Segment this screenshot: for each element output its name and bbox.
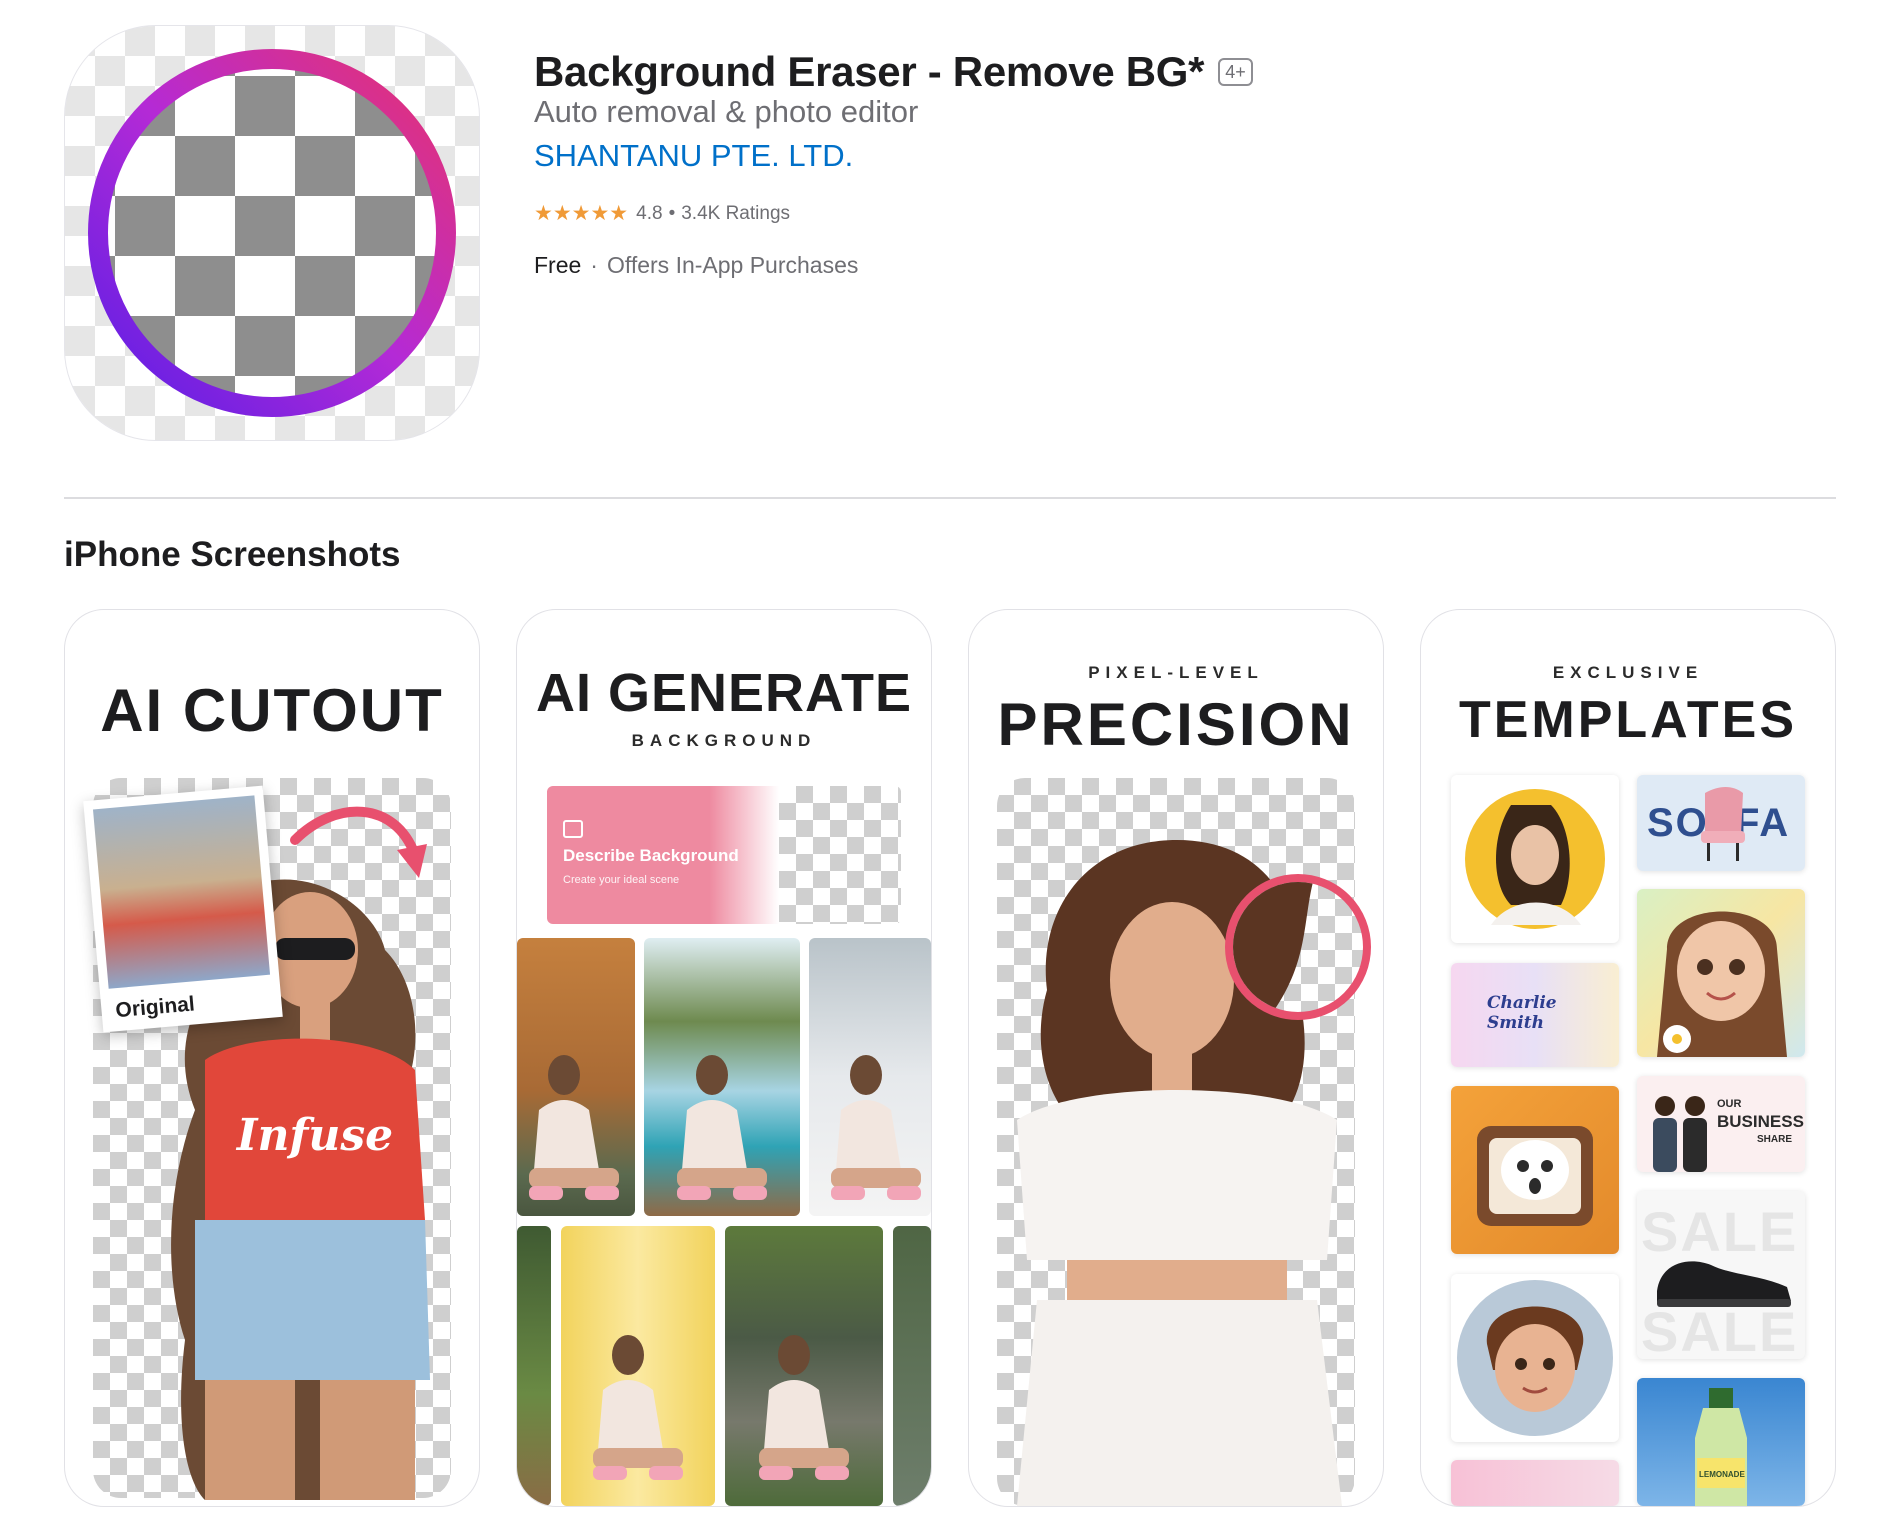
original-caption: Original	[114, 992, 196, 1023]
rating-count: 3.4K Ratings	[681, 202, 791, 224]
section-divider	[64, 497, 1836, 499]
seated-model-image	[529, 1055, 619, 1200]
original-photo-thumbnail: Original	[83, 785, 283, 1033]
screenshot-card-precision[interactable]: PIXEL-LEVEL PRECISION	[968, 609, 1384, 1507]
app-icon	[64, 25, 480, 441]
seated-model-image	[593, 1335, 683, 1480]
screenshots-section-title: iPhone Screenshots	[64, 535, 401, 574]
template-lemonade: LEMONADE	[1637, 1378, 1805, 1506]
template-card-name: Charlie Smith	[1487, 993, 1557, 1033]
screenshot-headline: AI GENERATE	[535, 663, 913, 723]
template-our-business: OUR BUSINESS SHARE	[1637, 1076, 1805, 1172]
prompt-title: Describe Background	[563, 846, 739, 865]
generated-background-tile	[517, 1226, 551, 1506]
prompt-preview-image	[779, 786, 901, 924]
seated-model-image	[759, 1335, 849, 1480]
describe-background-panel: Describe Background Create your ideal sc…	[547, 786, 901, 924]
rating-separator: •	[668, 202, 676, 224]
generated-background-tile	[893, 1226, 931, 1506]
cat-tv-image	[1477, 1126, 1593, 1226]
in-app-purchases-label: Offers In-App Purchases	[606, 252, 859, 278]
screenshot-card-ai-cutout[interactable]: AI CUTOUT Infuse Original	[64, 609, 480, 1507]
pink-chair-image	[1701, 787, 1745, 861]
template-business-title: BUSINESS	[1717, 1112, 1804, 1131]
screenshot-headline: AI CUTOUT	[100, 677, 444, 744]
template-business-share: SHARE	[1757, 1134, 1793, 1145]
curved-arrow-icon	[290, 806, 427, 878]
screenshot-headline: TEMPLATES	[1458, 691, 1798, 749]
business-people-image	[1653, 1096, 1707, 1172]
app-title: Background Eraser - Remove BG*	[534, 48, 1205, 95]
app-subtitle: Auto removal & photo editor	[534, 94, 919, 129]
template-sale-sneaker: SALE SALE	[1637, 1191, 1805, 1359]
template-lemonade-label: LEMONADE	[1699, 1470, 1745, 1479]
title-row: Background Eraser - Remove BG* 4+	[534, 42, 1253, 102]
portrait-image	[1465, 789, 1605, 929]
price-label: Free	[534, 252, 582, 278]
seated-model-image	[831, 1055, 921, 1200]
rating-row: ★★★★★ 4.8 • 3.4K Ratings	[534, 201, 790, 226]
zoomed-hair-detail	[1233, 882, 1313, 1012]
prompt-subtitle: Create your ideal scene	[563, 874, 680, 886]
template-cat-tv	[1451, 1086, 1619, 1254]
screenshot-card-templates[interactable]: EXCLUSIVE TEMPLATES SO FA Charlie Smith	[1420, 609, 1836, 1507]
template-cartoon-boy	[1451, 1274, 1619, 1442]
template-portrait-yellow	[1451, 775, 1619, 943]
template-cartoon-girl	[1637, 889, 1805, 1057]
screenshot-kicker: BACKGROUND	[631, 731, 817, 750]
template-business-our: OUR	[1717, 1098, 1742, 1110]
template-business-card: Charlie Smith	[1451, 963, 1619, 1067]
screenshot-kicker: EXCLUSIVE	[1552, 663, 1704, 682]
template-pink-photo	[1451, 1460, 1619, 1506]
cartoon-boy-image	[1457, 1280, 1613, 1436]
price-row: Free · Offers In-App Purchases	[534, 252, 858, 279]
lemonade-bottle-image	[1695, 1388, 1747, 1506]
price-separator: ·	[590, 252, 598, 278]
template-sofa: SO FA	[1637, 775, 1805, 871]
magnifier-zoom-icon	[1225, 874, 1371, 1020]
eraser-ring-icon	[88, 49, 456, 417]
shirt-text: Infuse	[235, 1110, 393, 1161]
seated-model-image	[677, 1055, 767, 1200]
sneaker-image	[1657, 1261, 1791, 1307]
screenshot-kicker: PIXEL-LEVEL	[1088, 663, 1264, 682]
age-rating-badge: 4+	[1218, 58, 1253, 86]
developer-link[interactable]: SHANTANU PTE. LTD.	[534, 138, 853, 174]
screenshot-headline: PRECISION	[997, 691, 1355, 758]
original-photo	[92, 795, 271, 989]
image-icon	[563, 820, 583, 838]
cartoon-girl-image	[1657, 911, 1787, 1057]
rating-stars-icon: ★★★★★	[534, 202, 629, 225]
screenshot-card-ai-generate[interactable]: AI GENERATE BACKGROUND Describe Backgrou…	[516, 609, 932, 1507]
rating-value: 4.8	[636, 202, 663, 224]
